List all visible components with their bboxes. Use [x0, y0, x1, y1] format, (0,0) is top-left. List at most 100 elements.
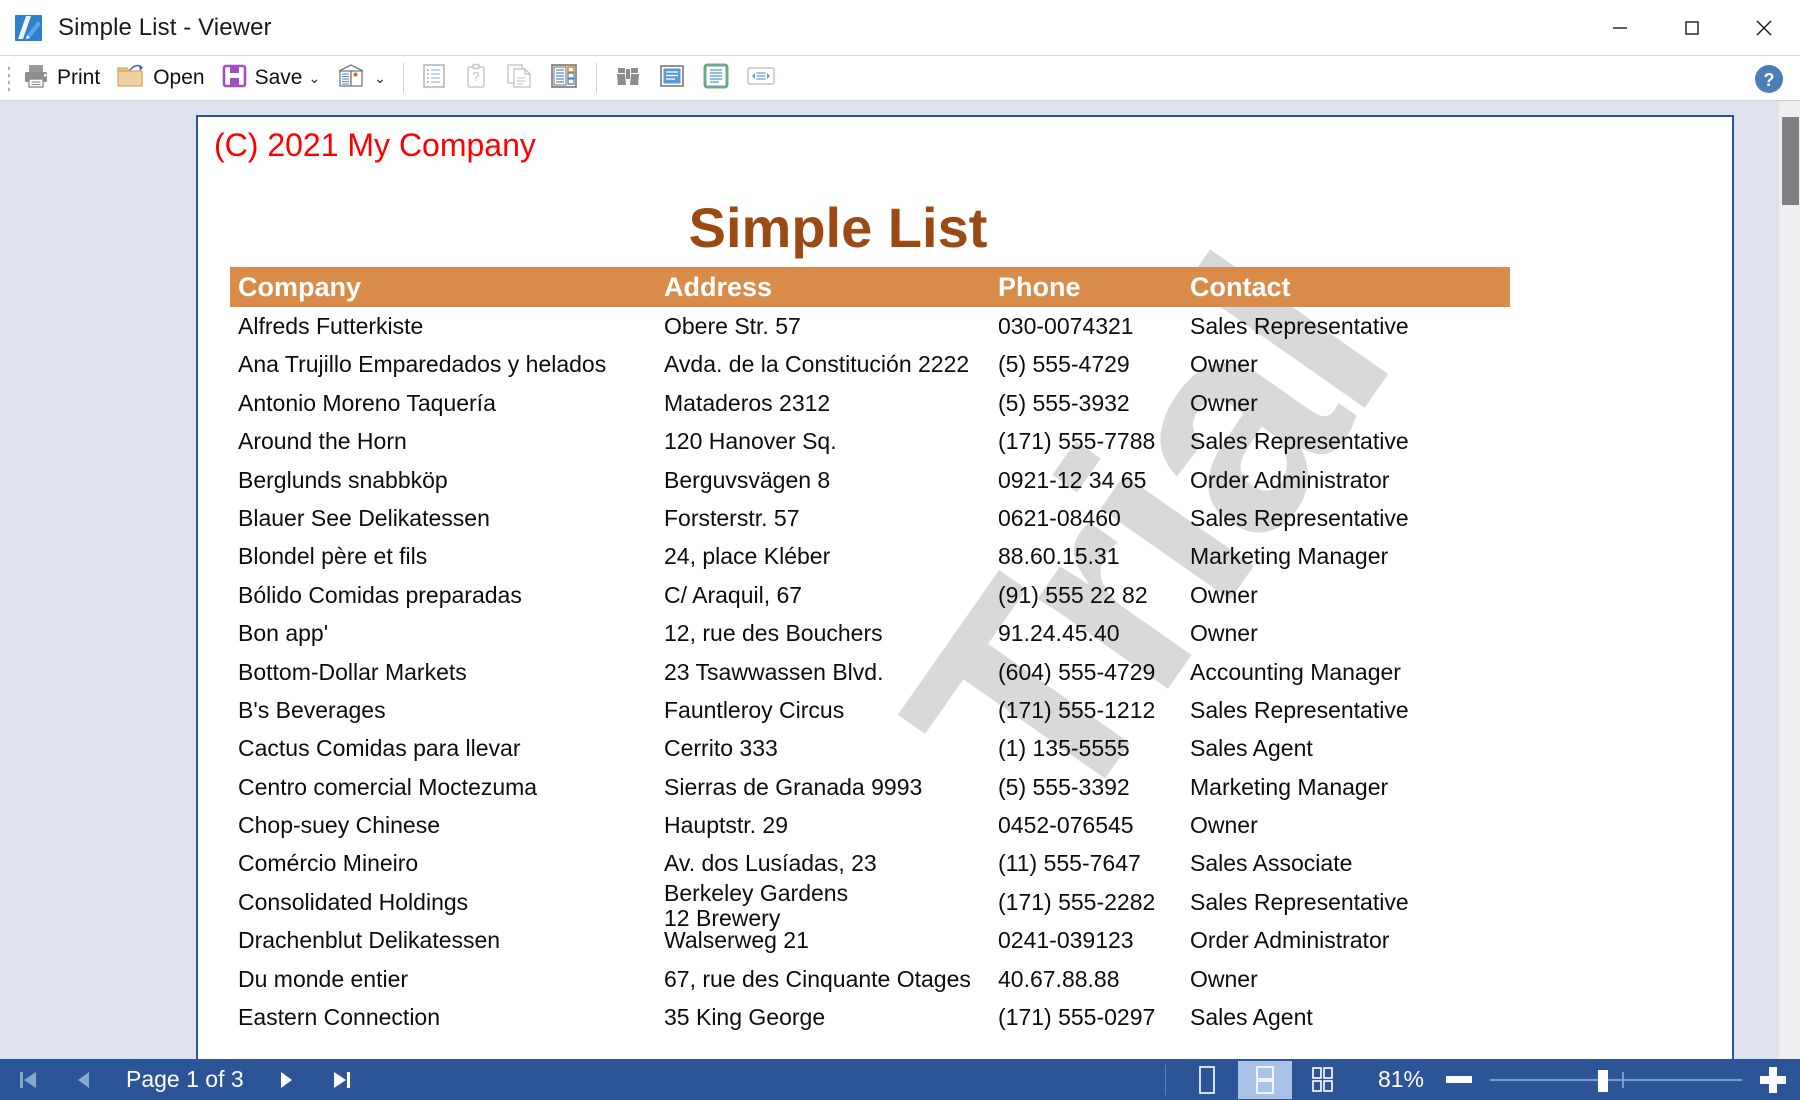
cell-company: Around the Horn	[230, 422, 664, 460]
clipboard-question-icon: ?	[463, 62, 489, 95]
app-icon	[14, 13, 44, 43]
cell-contact: Marketing Manager	[1190, 768, 1490, 806]
cell-company: Du monde entier	[230, 960, 664, 998]
cell-contact: Order Administrator	[1190, 921, 1490, 959]
toolbar-separator-2	[596, 63, 597, 93]
window-title: Simple List - Viewer	[58, 14, 272, 42]
binoculars-find-icon	[614, 62, 642, 95]
window-controls	[1584, 0, 1800, 55]
table-row: Around the Horn120 Hanover Sq.(171) 555-…	[230, 422, 1510, 460]
last-page-button[interactable]	[314, 1059, 370, 1100]
cell-address: Av. dos Lusíadas, 23	[664, 844, 998, 882]
table-row: Bólido Comidas preparadasC/ Araquil, 67(…	[230, 576, 1510, 614]
print-label: Print	[57, 66, 100, 90]
cell-contact: Sales Representative	[1190, 307, 1490, 345]
outline-button[interactable]	[414, 59, 454, 97]
document-title: Simple List	[198, 195, 1478, 260]
two-page-layout-button[interactable]	[1238, 1061, 1292, 1099]
zoom-out-icon[interactable]	[1446, 1076, 1472, 1083]
help-button[interactable]: ?	[1754, 64, 1784, 94]
table-header-row: Company Address Phone Contact	[230, 267, 1510, 307]
status-separator	[1165, 1065, 1166, 1095]
open-button[interactable]: Open	[109, 59, 211, 97]
column-header-address: Address	[664, 272, 998, 303]
toolbar: Print Open Save ⌄	[0, 55, 1800, 101]
cell-company: Antonio Moreno Taquería	[230, 384, 664, 422]
chevron-down-icon[interactable]: ⌄	[308, 71, 320, 85]
cell-company: Bólido Comidas preparadas	[230, 576, 664, 614]
zoom-in-icon[interactable]	[1760, 1067, 1786, 1093]
cell-phone: (171) 555-2282	[998, 883, 1190, 921]
page-thumbnails-button[interactable]	[542, 59, 586, 97]
application-window: Simple List - Viewer	[0, 0, 1800, 1100]
cell-address: Avda. de la Constitución 2222	[664, 345, 998, 383]
cell-address: Mataderos 2312	[664, 384, 998, 422]
zoom-slider[interactable]	[1490, 1067, 1742, 1093]
export-button[interactable]: ⌄	[329, 59, 393, 97]
cell-address: 12, rue des Bouchers	[664, 614, 998, 652]
table-row: Cactus Comidas para llevarCerrito 333(1)…	[230, 729, 1510, 767]
svg-text:?: ?	[1764, 70, 1775, 90]
cell-phone: (5) 555-3392	[998, 768, 1190, 806]
cell-address: 24, place Kléber	[664, 537, 998, 575]
continuous-page-view-button[interactable]	[695, 59, 737, 97]
single-page-view-button[interactable]	[651, 59, 693, 97]
minimize-button[interactable]	[1584, 0, 1656, 55]
vertical-scrollbar[interactable]	[1778, 101, 1800, 1059]
maximize-button[interactable]	[1656, 0, 1728, 55]
close-button[interactable]	[1728, 0, 1800, 55]
zoom-slider-track	[1490, 1079, 1742, 1081]
cell-address: 23 Tsawwassen Blvd.	[664, 653, 998, 691]
cell-company: Berglunds snabbköp	[230, 461, 664, 499]
copy-page-button[interactable]	[498, 59, 540, 97]
cell-company: Blauer See Delikatessen	[230, 499, 664, 537]
cell-address: Cerrito 333	[664, 729, 998, 767]
column-header-company: Company	[230, 272, 664, 303]
table-row: B's BeveragesFauntleroy Circus(171) 555-…	[230, 691, 1510, 729]
zoom-slider-tick	[1622, 1072, 1624, 1088]
table-row: Centro comercial MoctezumaSierras de Gra…	[230, 768, 1510, 806]
toolbar-separator-1	[403, 63, 404, 93]
save-button[interactable]: Save ⌄	[214, 59, 328, 97]
cell-phone: (5) 555-3932	[998, 384, 1190, 422]
cell-contact: Order Administrator	[1190, 461, 1490, 499]
document-viewer[interactable]: Trial (C) 2021 My Company Simple List Co…	[0, 101, 1800, 1059]
scrollbar-thumb[interactable]	[1782, 117, 1799, 205]
cell-contact: Owner	[1190, 384, 1490, 422]
clipboard-question-button[interactable]: ?	[456, 59, 496, 97]
cell-company: B's Beverages	[230, 691, 664, 729]
next-page-button[interactable]	[258, 1059, 314, 1100]
cell-address: Obere Str. 57	[664, 307, 998, 345]
print-button[interactable]: Print	[15, 59, 107, 97]
toolbar-drag-handle[interactable]	[4, 63, 14, 93]
floppy-save-icon	[221, 62, 248, 94]
cell-address: 120 Hanover Sq.	[664, 422, 998, 460]
page-width-view-button[interactable]	[739, 59, 783, 97]
cell-company: Centro comercial Moctezuma	[230, 768, 664, 806]
find-button[interactable]	[607, 59, 649, 97]
previous-page-button[interactable]	[56, 1059, 112, 1100]
cell-contact: Sales Associate	[1190, 844, 1490, 882]
first-page-button[interactable]	[0, 1059, 56, 1100]
cell-phone: 030-0074321	[998, 307, 1190, 345]
chevron-down-icon-export[interactable]: ⌄	[374, 71, 386, 85]
zoom-slider-thumb[interactable]	[1598, 1070, 1608, 1092]
table-row: Ana Trujillo Emparedados y heladosAvda. …	[230, 345, 1510, 383]
cell-phone: (604) 555-4729	[998, 653, 1190, 691]
single-page-view-icon	[658, 63, 686, 94]
printer-icon	[22, 62, 50, 95]
cell-phone: (11) 555-7647	[998, 844, 1190, 882]
cell-address: Forsterstr. 57	[664, 499, 998, 537]
cell-phone: 40.67.88.88	[998, 960, 1190, 998]
table-row: Consolidated HoldingsBerkeley Gardens12 …	[230, 883, 1510, 921]
single-page-layout-button[interactable]	[1180, 1061, 1234, 1099]
zoom-level-label: 81%	[1378, 1066, 1424, 1093]
cell-address: Fauntleroy Circus	[664, 691, 998, 729]
copyright-notice: (C) 2021 My Company	[214, 127, 536, 164]
grid-layout-button[interactable]	[1296, 1061, 1350, 1099]
title-bar: Simple List - Viewer	[0, 0, 1800, 55]
cell-company: Comércio Mineiro	[230, 844, 664, 882]
cell-contact: Sales Representative	[1190, 691, 1490, 729]
cell-contact: Sales Representative	[1190, 883, 1490, 921]
cell-phone: (171) 555-7788	[998, 422, 1190, 460]
